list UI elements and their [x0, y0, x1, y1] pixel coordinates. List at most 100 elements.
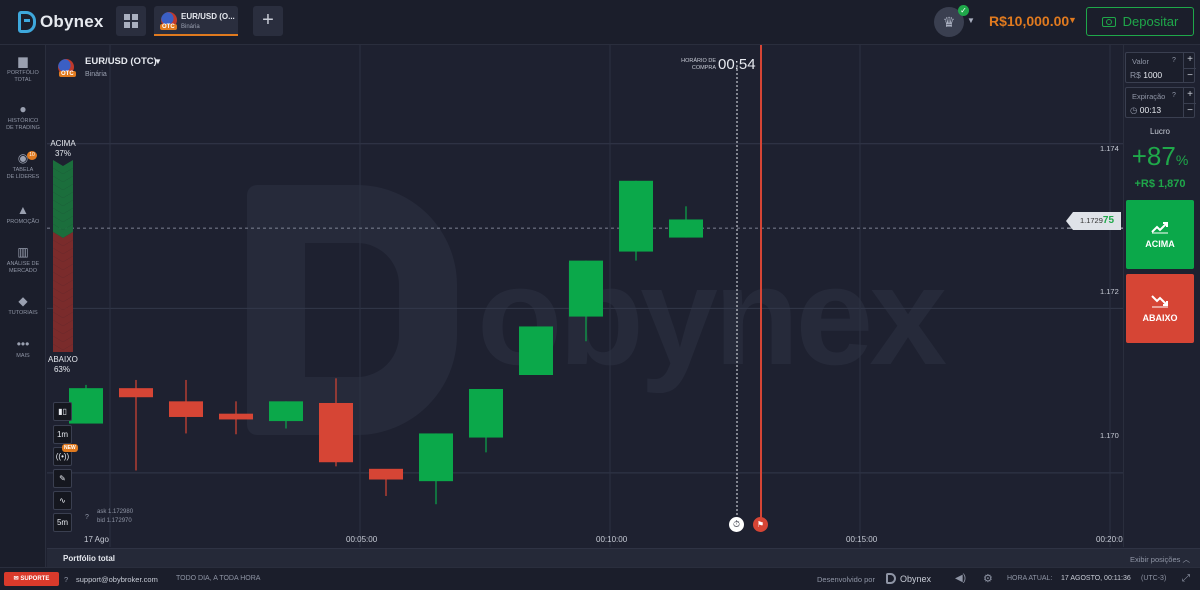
show-positions-label: Exibir posições: [1129, 555, 1181, 564]
asset-tab-name: EUR/USD (O...: [181, 12, 235, 21]
logo-text: Obynex: [40, 12, 104, 31]
rocket-icon: ▲: [17, 203, 29, 217]
chart-area[interactable]: obynex: [47, 45, 1123, 547]
time-tick-label: 00:10:00: [596, 535, 628, 544]
candle-body: [519, 326, 553, 376]
sidebar-item-label: MAIS: [16, 353, 30, 359]
sentiment-up-label: ACIMA: [50, 139, 76, 148]
profit-percentage: +87%: [1125, 141, 1195, 172]
sidebar-item-portfolio[interactable]: ▆ PORTFÓLIO TOTAL: [0, 55, 46, 83]
fullscreen-icon[interactable]: ⤢: [1182, 573, 1190, 584]
balance[interactable]: R$10,000.00: [989, 13, 1069, 29]
chevron-down-icon[interactable]: ▼: [154, 57, 162, 66]
profit-pct-sign: %: [1175, 152, 1189, 168]
candle-body: [119, 388, 153, 398]
chart-asset-type: Binária: [85, 71, 107, 78]
purchase-timer: 00:54: [718, 56, 756, 73]
leaderboard-badge: 10: [27, 151, 37, 160]
candle-body: [569, 260, 603, 317]
expiry-increase-button[interactable]: +: [1183, 88, 1196, 103]
footer-logo-icon: [886, 573, 896, 584]
expiry-field[interactable]: Expiração ? ◷ 00:13 + −: [1125, 87, 1196, 118]
show-positions-toggle[interactable]: Exibir posições ︿: [1130, 554, 1190, 565]
volume-icon[interactable]: ◀): [955, 573, 966, 584]
sentiment-up-pct: 37%: [54, 149, 71, 158]
amount-increase-button[interactable]: +: [1183, 53, 1196, 68]
sidebar-item-tutorials[interactable]: ◆ TUTORIAIS: [0, 295, 46, 317]
sentiment-bar: [53, 160, 73, 352]
higher-label: ACIMA: [1145, 239, 1175, 249]
otc-badge: OTC: [160, 24, 177, 30]
lower-label: ABAIXO: [1142, 313, 1178, 323]
deposit-button[interactable]: Depositar: [1086, 7, 1194, 36]
help-icon[interactable]: ?: [1172, 57, 1176, 64]
wallet-icon: [1101, 16, 1116, 27]
asset-tab-eur-usd[interactable]: OTC EUR/USD (O... Binária: [154, 6, 238, 36]
chevron-up-icon: ︿: [1182, 555, 1191, 564]
briefcase-icon: ▆: [18, 54, 28, 68]
sidebar: ▆ PORTFÓLIO TOTAL ● HISTÓRICO DE TRADING…: [0, 45, 46, 567]
settings-icon[interactable]: ⚙: [983, 572, 993, 585]
assets-grid-button[interactable]: [116, 6, 146, 36]
logo[interactable]: Obynex: [18, 10, 104, 34]
portfolio-title: Portfólio total: [63, 554, 115, 563]
sentiment-down: ABAIXO 63%: [48, 355, 78, 375]
help-icon: ?: [64, 575, 69, 584]
amount-decrease-button[interactable]: −: [1183, 68, 1196, 83]
chevron-down-icon[interactable]: ▼: [967, 16, 975, 25]
timeframe-1m-button[interactable]: 1m: [53, 425, 72, 444]
info-icon: ?: [85, 514, 89, 521]
balance-chevron-icon[interactable]: ▼: [1068, 15, 1077, 25]
candle-body: [169, 401, 203, 417]
lower-button[interactable]: ABAIXO: [1126, 274, 1194, 343]
clock-icon: ●: [19, 102, 27, 116]
sidebar-item-market-analysis[interactable]: ▥ ANÁLISE DE MERCADO: [0, 246, 46, 274]
sidebar-item-label: TABELA: [12, 167, 34, 173]
sidebar-item-more[interactable]: ••• MAIS: [0, 338, 46, 360]
draw-button[interactable]: ✎: [53, 469, 72, 488]
candle-body: [219, 413, 253, 420]
price-tick-label: 1.174: [1100, 144, 1119, 153]
sidebar-item-label: PORTFÓLIO: [7, 70, 39, 76]
time-tick-label: 00:15:00: [846, 535, 878, 544]
indicators-button[interactable]: ∿: [53, 491, 72, 510]
candlestick-chart: [47, 45, 1123, 547]
sidebar-item-history[interactable]: ● HISTÓRICO DE TRADING: [0, 103, 46, 131]
time-tick-label: 00:05:00: [346, 535, 378, 544]
expiry-time: 00:13: [1139, 105, 1162, 115]
sidebar-item-label: TOTAL: [14, 76, 32, 83]
support-email[interactable]: support@obybroker.com: [76, 575, 158, 584]
plus-icon: +: [262, 9, 274, 31]
support-button[interactable]: ✉ SUPORTE: [4, 572, 59, 586]
timeframe-5m-button[interactable]: 5m: [53, 513, 72, 532]
higher-button[interactable]: ACIMA: [1126, 200, 1194, 269]
grid-icon: [124, 14, 138, 28]
footer: ✉ SUPORTE ? support@obybroker.com TODO D…: [0, 567, 1200, 590]
time-label: HORA ATUAL:: [1007, 575, 1053, 582]
help-icon[interactable]: ?: [1172, 92, 1176, 99]
trend-down-icon: [1151, 295, 1168, 308]
sidebar-item-label: DE LÍDERES: [6, 173, 40, 180]
otc-badge: OTC: [59, 71, 76, 77]
amount-value[interactable]: R$ 1000: [1130, 70, 1162, 80]
sentiment-down-pct: 63%: [53, 365, 70, 374]
chart-asset-name[interactable]: EUR/USD (OTC): [85, 56, 157, 67]
support-hours: TODO DIA, A TODA HORA: [176, 575, 261, 582]
candle-body: [469, 388, 503, 438]
amount-field[interactable]: Valor ? R$ 1000 + −: [1125, 52, 1196, 83]
sentiment-up: ACIMA 37%: [50, 139, 76, 159]
current-price-suffix: 75: [1102, 215, 1115, 226]
expiry-decrease-button[interactable]: −: [1183, 103, 1196, 118]
candle-body: [69, 388, 103, 424]
chart-type-button[interactable]: ▮▯: [53, 402, 72, 421]
sentiment-down-label: ABAIXO: [48, 355, 78, 364]
pencil-icon: ✎: [59, 474, 66, 483]
amount-label: Valor: [1132, 57, 1149, 66]
sidebar-item-leaderboard[interactable]: ◉ TABELA DE LÍDERES: [0, 152, 46, 180]
stopwatch-icon: ⏱: [729, 517, 744, 532]
sidebar-item-promotion[interactable]: ▲ PROMOÇÃO: [0, 204, 46, 226]
sidebar-item-label: ANÁLISE DE: [6, 261, 40, 267]
expiry-value[interactable]: ◷ 00:13: [1130, 105, 1161, 116]
date-label: 17 Ago: [84, 535, 109, 544]
add-asset-button[interactable]: +: [253, 6, 283, 36]
